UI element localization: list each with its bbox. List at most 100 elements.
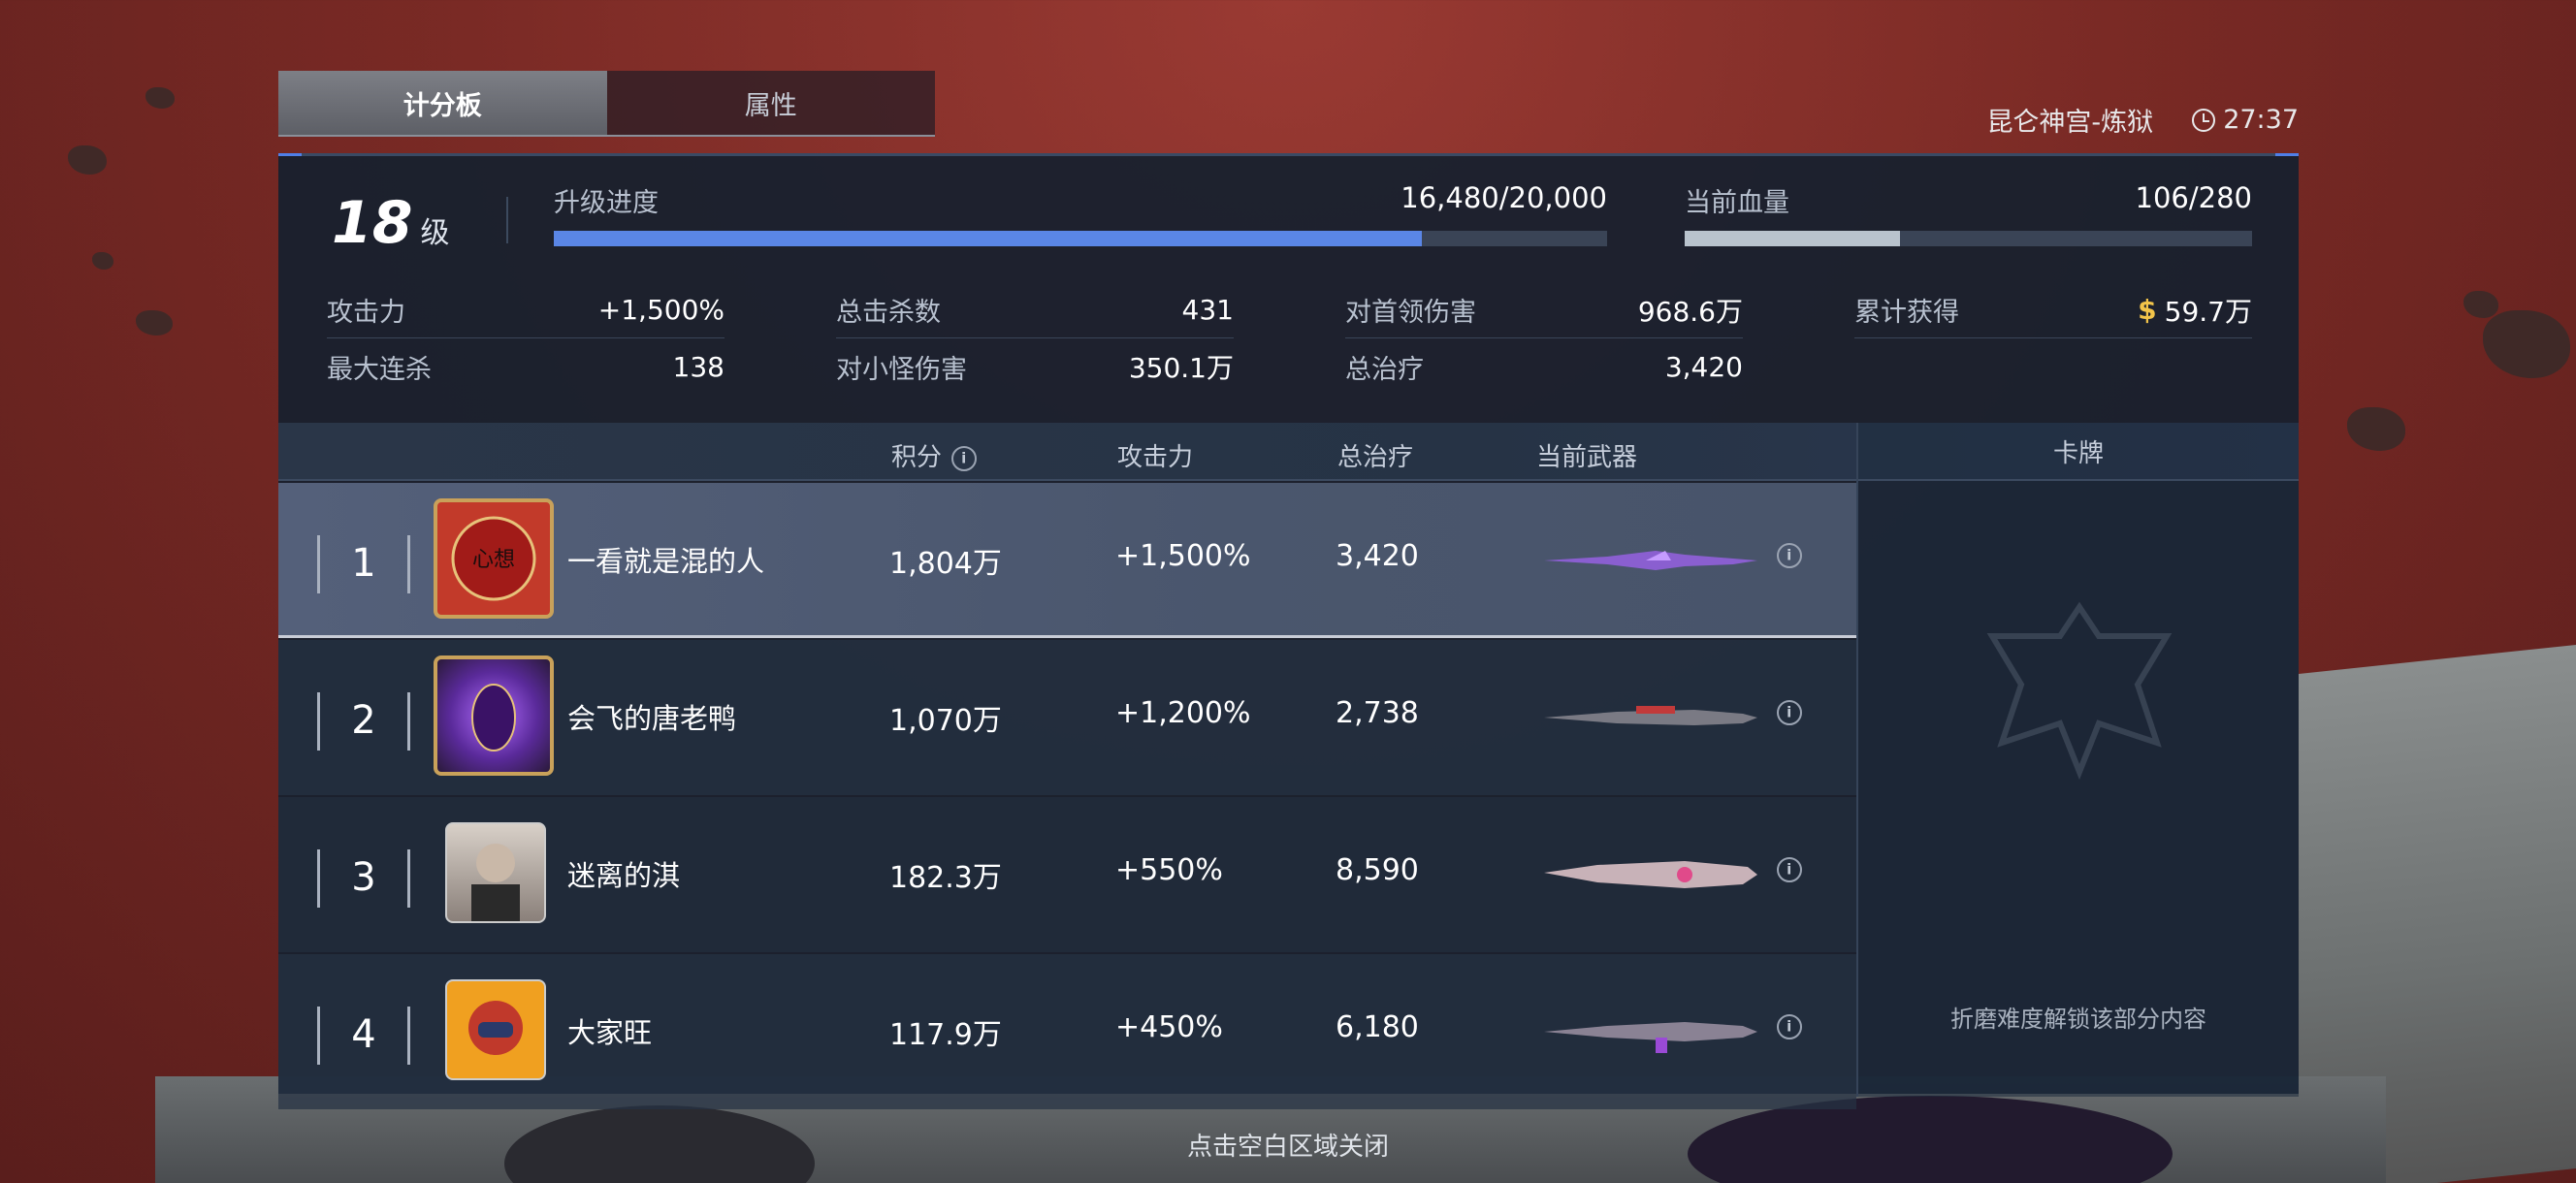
stat-max-streak: 最大连杀 138 bbox=[327, 338, 724, 395]
rank-frame: 2 bbox=[317, 692, 410, 751]
upgrade-progress-value: 16,480/20,000 bbox=[1401, 181, 1607, 214]
panel-corner-accent bbox=[278, 153, 302, 156]
upgrade-progress-label: 升级进度 bbox=[554, 188, 659, 218]
scoreboard-panel: 18 级 升级进度 16,480/20,000 当前血量 106/280 攻击力… bbox=[278, 153, 2299, 1109]
col-attack: 攻击力 bbox=[1117, 443, 1194, 472]
tab-bar: 计分板 属性 bbox=[278, 71, 935, 137]
match-info: 昆仑神宫-炼狱 27:37 bbox=[1986, 101, 2299, 139]
stat-value: +1,500% bbox=[597, 294, 724, 326]
dollar-icon: $ bbox=[2138, 294, 2157, 326]
stat-label: 总击杀数 bbox=[836, 298, 941, 328]
stat-minion-damage: 对小怪伤害 350.1万 bbox=[836, 338, 1234, 395]
background-rock bbox=[145, 87, 175, 109]
player-level: 18 级 bbox=[332, 189, 450, 257]
player-heal: 2,738 bbox=[1336, 696, 1419, 730]
info-icon[interactable]: i bbox=[1771, 851, 1808, 888]
background-rock bbox=[92, 252, 113, 270]
close-hint[interactable]: 点击空白区域关闭 bbox=[0, 1127, 2576, 1163]
background-rock bbox=[68, 145, 107, 175]
info-icon[interactable]: i bbox=[1771, 1008, 1808, 1045]
rank-number: 2 bbox=[351, 698, 376, 743]
stat-label: 对首领伤害 bbox=[1345, 298, 1476, 328]
purple-rifle-icon bbox=[1544, 551, 1757, 570]
stat-value: 3,420 bbox=[1664, 350, 1743, 383]
rank-frame: 1 bbox=[317, 535, 410, 593]
table-row[interactable]: 2 会飞的唐老鸭 1,070万 +1,200% 2,738 i bbox=[278, 640, 1856, 795]
background-rock bbox=[2483, 310, 2570, 378]
player-score: 1,804万 bbox=[889, 547, 1002, 581]
player-heal: 3,420 bbox=[1336, 539, 1419, 573]
col-card: 卡牌 bbox=[1858, 423, 2299, 481]
hp-fill bbox=[1685, 231, 1900, 246]
player-heal: 8,590 bbox=[1336, 853, 1419, 887]
info-icon[interactable]: i bbox=[1771, 694, 1808, 731]
map-name: 昆仑神宫-炼狱 bbox=[1986, 108, 2154, 138]
purple-crystal-avatar-icon bbox=[434, 655, 554, 776]
col-heal: 总治疗 bbox=[1337, 443, 1414, 472]
stat-value: 968.6万 bbox=[1637, 295, 1743, 328]
stat-total-heal: 总治疗 3,420 bbox=[1345, 338, 1743, 395]
weapon-info[interactable]: i bbox=[1771, 1008, 1808, 1045]
table-row[interactable]: 4 大家旺 117.9万 +450% 6,180 i bbox=[278, 954, 1856, 1109]
panel-corner-accent bbox=[2275, 153, 2299, 156]
stat-total-kills: 总击杀数 431 bbox=[836, 282, 1234, 338]
stat-value: $ 59.7万 bbox=[2138, 291, 2252, 330]
background-rock bbox=[2463, 291, 2498, 318]
table-row[interactable]: 1 心想 一看就是混的人 1,804万 +1,500% 3,420 i bbox=[278, 483, 1856, 638]
stat-boss-damage: 对首领伤害 968.6万 bbox=[1345, 282, 1743, 338]
player-score: 1,070万 bbox=[889, 704, 1002, 738]
background-rock bbox=[2347, 407, 2405, 451]
girl-portrait-avatar-icon bbox=[445, 822, 546, 923]
info-icon[interactable]: i bbox=[1771, 537, 1808, 574]
red-seal-avatar-icon: 心想 bbox=[434, 498, 554, 619]
stat-label: 累计获得 bbox=[1854, 298, 1959, 328]
player-attack: +1,200% bbox=[1115, 696, 1251, 730]
stat-label: 最大连杀 bbox=[327, 354, 432, 385]
weapon-info[interactable]: i bbox=[1771, 851, 1808, 888]
svg-text:心想: 心想 bbox=[472, 548, 515, 572]
hp-label: 当前血量 bbox=[1685, 188, 1789, 218]
stat-total-earned: 累计获得 $ 59.7万 bbox=[1854, 282, 2252, 338]
rank-number: 3 bbox=[351, 855, 376, 900]
stats-grid: 攻击力 +1,500% 总击杀数 431 对首领伤害 968.6万 累计获得 $… bbox=[327, 282, 2267, 395]
weapon-info[interactable]: i bbox=[1771, 537, 1808, 574]
info-icon[interactable]: i bbox=[946, 440, 982, 476]
table-row[interactable]: 3 迷离的淇 182.3万 +550% 8,590 i bbox=[278, 797, 1856, 952]
hp-bar: 当前血量 106/280 bbox=[1685, 181, 2252, 246]
player-score: 182.3万 bbox=[889, 861, 1002, 895]
tab-scoreboard[interactable]: 计分板 bbox=[278, 71, 607, 137]
level-unit: 级 bbox=[420, 216, 450, 250]
background-rock bbox=[136, 310, 173, 336]
upgrade-progress-fill bbox=[554, 231, 1422, 246]
stat-value: 138 bbox=[672, 350, 724, 383]
red-rifle-icon bbox=[1544, 706, 1757, 725]
stat-label: 总治疗 bbox=[1345, 354, 1424, 385]
locked-card-emblem-icon bbox=[1986, 601, 2173, 781]
col-score-label: 积分 bbox=[891, 443, 943, 472]
upgrade-progress: 升级进度 16,480/20,000 bbox=[554, 181, 1607, 246]
player-score: 117.9万 bbox=[889, 1018, 1002, 1052]
card-column: 卡牌 折磨难度解锁该部分内容 bbox=[1856, 423, 2299, 1097]
pink-rifle-icon bbox=[1544, 861, 1757, 888]
upgrade-progress-track bbox=[554, 231, 1607, 246]
stat-attack: 攻击力 +1,500% bbox=[327, 282, 724, 338]
tab-attributes[interactable]: 属性 bbox=[606, 71, 935, 137]
player-attack: +450% bbox=[1115, 1010, 1223, 1044]
rank-number: 4 bbox=[351, 1012, 376, 1057]
player-heal: 6,180 bbox=[1336, 1010, 1419, 1044]
player-name: 迷离的淇 bbox=[567, 859, 681, 892]
player-name: 会飞的唐老鸭 bbox=[567, 702, 737, 735]
col-score: 积分 i bbox=[891, 437, 982, 476]
rank-frame: 3 bbox=[317, 849, 410, 908]
stat-value: 350.1万 bbox=[1128, 352, 1234, 384]
weapon-info[interactable]: i bbox=[1771, 694, 1808, 731]
clock-icon bbox=[2192, 108, 2216, 132]
stat-label: 对小怪伤害 bbox=[836, 354, 967, 385]
player-name: 大家旺 bbox=[567, 1016, 653, 1049]
robot-avatar-icon bbox=[445, 979, 546, 1080]
stat-value: 431 bbox=[1181, 294, 1234, 326]
divider bbox=[506, 197, 508, 243]
level-number: 18 bbox=[332, 189, 413, 257]
player-attack: +550% bbox=[1115, 853, 1223, 887]
hp-track bbox=[1685, 231, 2252, 246]
